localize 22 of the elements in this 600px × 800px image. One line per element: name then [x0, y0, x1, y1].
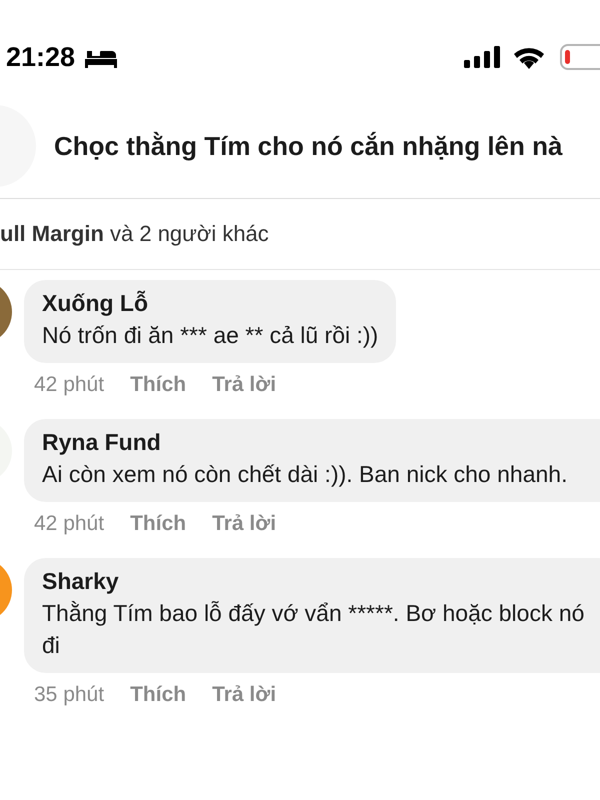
reply-link[interactable]: Trả lời — [212, 373, 276, 397]
comment-text: Thằng Tím bao lỗ đấy vớ vẩn *****. Bơ hoặc block nó đi — [42, 599, 586, 660]
reply-link[interactable]: Trả lời — [212, 512, 276, 536]
like-link[interactable]: Thích — [130, 512, 186, 536]
comment-author[interactable]: Ryna Fund — [42, 429, 590, 456]
post-title: Chọc thằng Tím cho nó cắn nhặng lên nà — [54, 130, 562, 162]
reply-link[interactable]: Trả lời — [212, 683, 276, 707]
battery-icon — [560, 44, 600, 70]
like-link[interactable]: Thích — [130, 373, 186, 397]
reactions-summary[interactable]: ull Margin và 2 người khác — [0, 221, 269, 247]
comment-author[interactable]: Sharky — [42, 568, 590, 595]
comment-text: Ai còn xem nó còn chết dài :)). Ban nick cho nhanh. — [42, 460, 568, 489]
like-link[interactable]: Thích — [130, 683, 186, 707]
comment-author[interactable]: Xuống Lỗ — [42, 290, 378, 317]
comment-time: 42 phút — [34, 512, 104, 536]
status-time: 21:28 — [6, 42, 76, 72]
comment-time: 35 phút — [34, 683, 104, 707]
bed-icon — [85, 48, 118, 68]
wifi-icon — [512, 45, 546, 69]
signal-icon — [464, 46, 502, 68]
comment-text: Nó trốn đi ăn *** ae ** cả lũ rồi :)) — [42, 321, 378, 350]
comment-time: 42 phút — [34, 373, 104, 397]
